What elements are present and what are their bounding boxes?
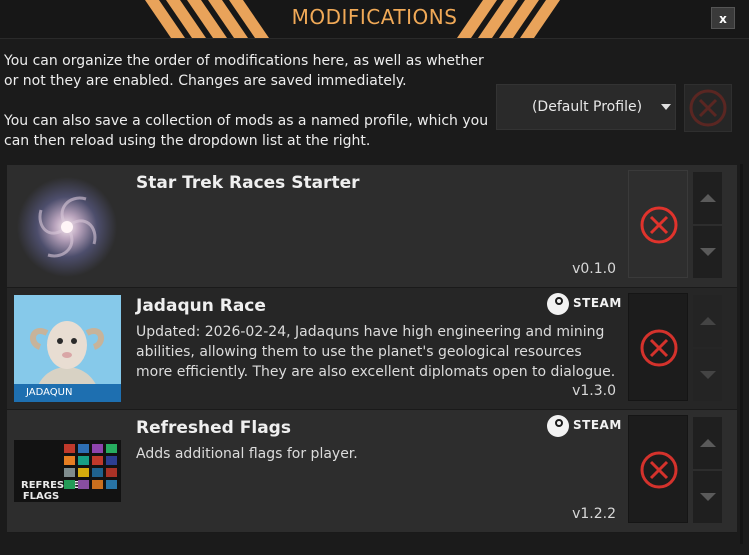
delete-x-circle-icon xyxy=(689,89,727,127)
mod-name: Jadaqun Race xyxy=(136,296,266,316)
window-title: MODIFICATIONS xyxy=(291,5,458,29)
arrow-up-icon xyxy=(700,194,716,202)
arrow-down-icon xyxy=(700,248,716,256)
close-button[interactable]: x xyxy=(711,7,735,29)
mod-thumbnail-flags: REFRESHED FLAGS xyxy=(14,440,121,502)
mod-row-refreshed-flags[interactable]: REFRESHED FLAGS Refreshed Flags Adds add… xyxy=(7,410,737,533)
delete-x-circle-icon xyxy=(640,451,678,489)
toggle-mod-button[interactable] xyxy=(628,170,688,278)
chevron-down-icon xyxy=(661,104,671,110)
steam-icon xyxy=(547,415,569,437)
mod-version: v1.3.0 xyxy=(572,383,616,399)
steam-label: STEAM xyxy=(573,418,622,432)
move-up-button[interactable] xyxy=(693,417,722,469)
move-up-button[interactable] xyxy=(693,172,722,224)
mod-name: Star Trek Races Starter xyxy=(136,173,360,193)
toggle-mod-button[interactable] xyxy=(628,415,688,523)
profile-dropdown[interactable]: (Default Profile) xyxy=(496,84,676,130)
mod-row-jadaqun-race[interactable]: JADAQUN Jadaqun Race Updated: 2026-02-24… xyxy=(7,288,737,410)
mod-version: v1.2.2 xyxy=(572,506,616,522)
toggle-mod-button[interactable] xyxy=(628,293,688,401)
arrow-down-icon xyxy=(700,371,716,379)
mod-version: v0.1.0 xyxy=(572,261,616,277)
delete-x-circle-icon xyxy=(640,329,678,367)
profile-dropdown-value: (Default Profile) xyxy=(531,99,643,115)
arrow-up-icon xyxy=(700,317,716,325)
mod-description: Adds additional flags for player. xyxy=(136,446,358,462)
thumbnail-caption: JADAQUN xyxy=(14,384,121,402)
intro-text-order: You can organize the order of modificati… xyxy=(4,53,484,89)
intro-text-profile: You can also save a collection of mods a… xyxy=(4,113,489,149)
scrollbar[interactable] xyxy=(740,164,743,544)
move-down-button[interactable] xyxy=(693,349,722,401)
arrow-up-icon xyxy=(700,439,716,447)
move-down-button[interactable] xyxy=(693,226,722,278)
mod-thumbnail-jadaqun: JADAQUN xyxy=(14,295,121,402)
mod-description: Updated: 2026-02-24, Jadaquns have high … xyxy=(136,324,616,380)
delete-profile-button[interactable] xyxy=(684,84,732,132)
delete-x-circle-icon xyxy=(640,206,678,244)
steam-icon xyxy=(547,293,569,315)
mod-thumbnail-galaxy xyxy=(14,172,121,279)
move-up-button[interactable] xyxy=(693,295,722,347)
mod-name: Refreshed Flags xyxy=(136,418,291,438)
arrow-down-icon xyxy=(700,493,716,501)
steam-label: STEAM xyxy=(573,296,622,310)
mod-row-star-trek-races-starter[interactable]: Star Trek Races Starter v0.1.0 xyxy=(7,165,737,288)
title-bar: MODIFICATIONS x xyxy=(0,0,749,39)
move-down-button[interactable] xyxy=(693,471,722,523)
